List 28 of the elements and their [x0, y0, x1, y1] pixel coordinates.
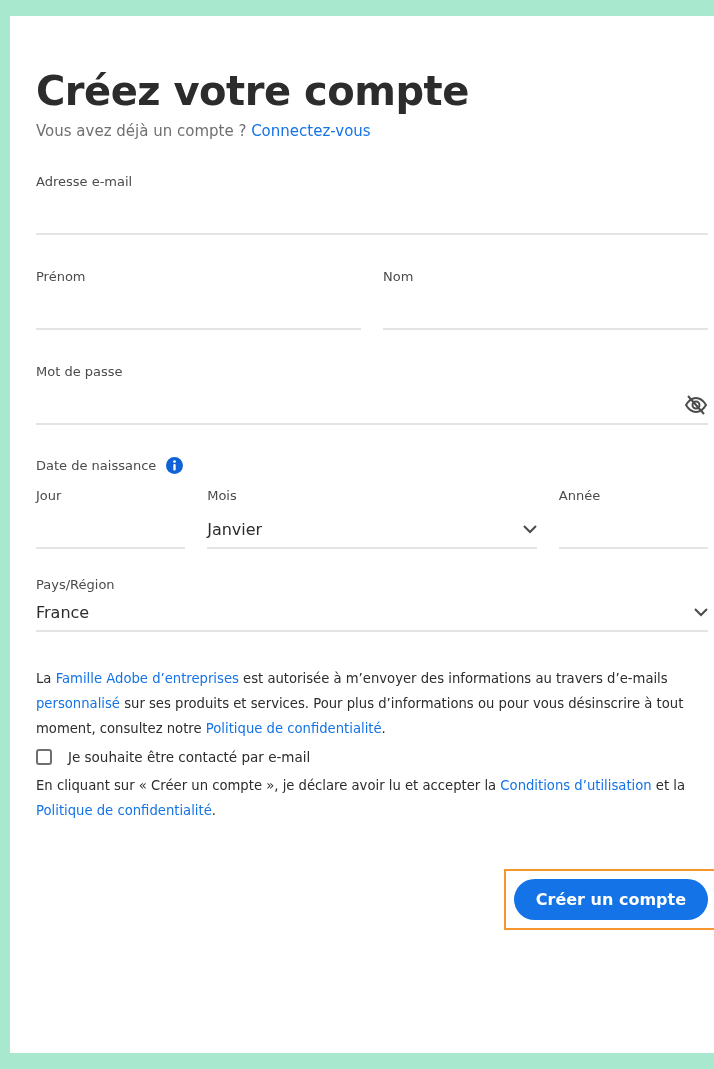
field-label: Mot de passe	[36, 364, 124, 379]
field-label: Pays/Région	[36, 577, 116, 592]
link[interactable]: Politique de confidentialité	[205, 721, 382, 736]
info-icon[interactable]	[166, 457, 184, 474]
field-label: Date de naissance	[36, 458, 157, 473]
checkbox-label: Je souhaite être contacté par e-mail	[68, 749, 311, 765]
field-label: Mois	[207, 488, 238, 503]
month-select[interactable]: Janvier	[207, 511, 537, 549]
link[interactable]: Politique de confidentialité	[36, 803, 212, 818]
field-label: Adresse e-mail	[36, 174, 134, 189]
signin-prompt: Vous avez déjà un compte ?	[36, 122, 247, 140]
country-select[interactable]: France	[36, 594, 708, 632]
field-label: Prénom	[36, 269, 87, 284]
link[interactable]: personnalisé	[36, 696, 120, 711]
field-label: Jour	[36, 488, 63, 503]
consent-text: La Famille Adobe d’entreprises est autorisée à m’envoyer des informations au travers d’e-mails personnalisé sur ses produits et services. Pour plus d’informations ou pour vous désinscrire à tout moment, consultez notre Politique de confidentialité.	[36, 670, 685, 738]
checkbox[interactable]	[36, 749, 52, 765]
page-title: Créez votre compte	[36, 68, 470, 114]
terms-text: En cliquant sur « Créer un compte », je déclare avoir lu et accepter la Conditions d’utilisation et la Politique de confidentialité.	[36, 777, 687, 820]
chevron-down-icon	[694, 607, 708, 617]
field-label: Nom	[383, 269, 415, 284]
link[interactable]: Conditions d’utilisation	[500, 778, 652, 793]
link[interactable]: Famille Adobe d’entreprises	[55, 671, 239, 686]
field-label: Année	[558, 488, 602, 503]
chevron-down-icon	[522, 524, 537, 534]
create-account-button[interactable]: Créer un compte	[513, 879, 708, 920]
eye-slash-icon[interactable]	[684, 395, 708, 415]
signin-link[interactable]: Connectez-vous	[251, 122, 371, 140]
